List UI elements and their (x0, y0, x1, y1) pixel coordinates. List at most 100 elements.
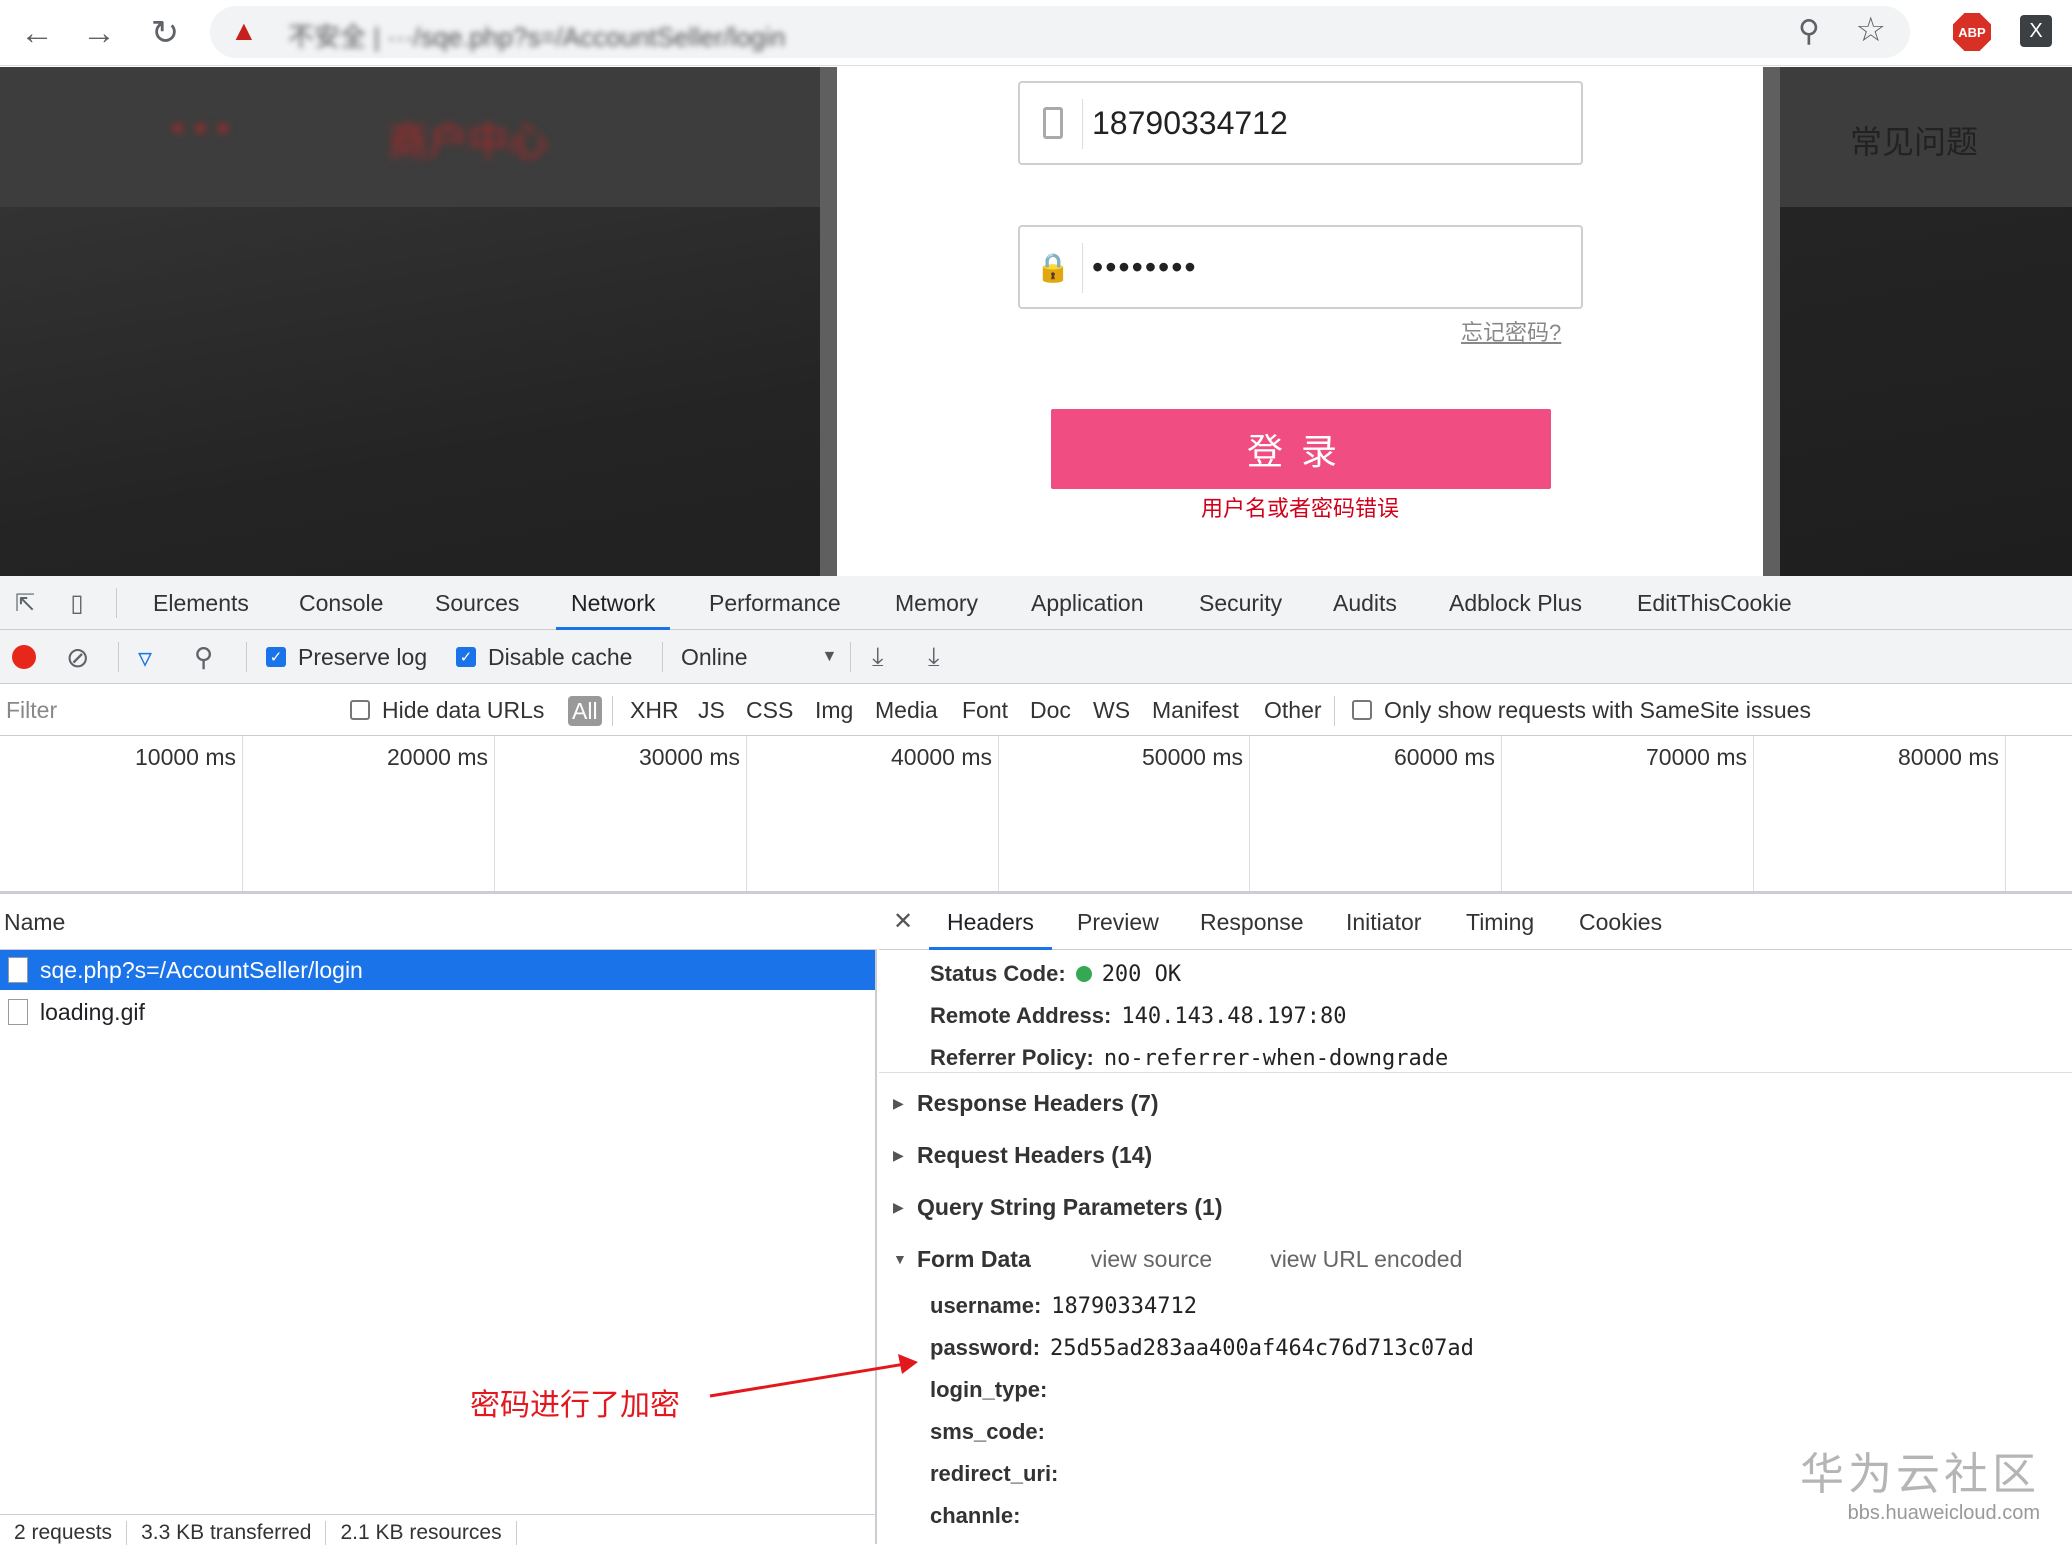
network-overview-timeline[interactable]: 10000 ms 20000 ms 30000 ms 40000 ms 5000… (0, 736, 2072, 894)
filter-type-font[interactable]: Font (962, 684, 1008, 736)
chevron-down-icon: ▼ (821, 648, 838, 665)
import-har-icon[interactable]: ⤓ (872, 630, 884, 684)
key-icon[interactable]: ⚲ (1798, 14, 1820, 49)
tab-initiator[interactable]: Initiator (1346, 894, 1421, 950)
tab-editthiscookie[interactable]: EditThisCookie (1637, 576, 1792, 630)
throttle-value: Online (681, 643, 748, 670)
disable-cache-checkbox[interactable]: ✓ Disable cache (456, 630, 632, 684)
section-title: Form Data (917, 1245, 1031, 1272)
request-list: Name sqe.php?s=/AccountSeller/login load… (0, 894, 877, 1545)
filter-type-css[interactable]: CSS (746, 684, 793, 736)
form-data-section[interactable]: ▼ Form Data view source view URL encoded (893, 1242, 1462, 1276)
forward-icon[interactable]: → (74, 8, 124, 58)
form-field-username: username: 18790334712 (930, 1290, 1197, 1322)
form-key: login_type: (930, 1377, 1048, 1402)
form-key: password: (930, 1335, 1041, 1360)
expand-triangle-icon: ▶ (893, 1198, 904, 1215)
tab-timing[interactable]: Timing (1466, 894, 1534, 950)
expand-triangle-icon: ▶ (893, 1094, 904, 1111)
network-summary: 2 requests 3.3 KB transferred 2.1 KB res… (0, 1514, 875, 1545)
filter-type-xhr[interactable]: XHR (630, 684, 679, 736)
tab-security[interactable]: Security (1199, 576, 1282, 630)
password-field[interactable]: 🔒 •••••••• (1018, 225, 1583, 309)
view-source-link[interactable]: view source (1091, 1246, 1212, 1273)
annotation-arrow (709, 1354, 918, 1398)
phone-icon (1038, 103, 1068, 143)
samesite-checkbox[interactable]: Only show requests with SameSite issues (1352, 684, 1811, 736)
close-icon[interactable]: ✕ (893, 894, 913, 950)
throttle-select[interactable]: Online ▼ (681, 630, 837, 684)
address-bar[interactable]: ▲ 不安全 | ···/sqe.php?s=/AccountSeller/log… (210, 6, 1910, 58)
response-headers-section[interactable]: ▶ Response Headers (7) (893, 1086, 1159, 1120)
filter-type-other[interactable]: Other (1264, 684, 1322, 736)
transferred-size: 3.3 KB transferred (127, 1521, 327, 1545)
record-icon[interactable] (12, 630, 36, 684)
filter-input[interactable] (0, 692, 325, 728)
form-value: 18790334712 (1051, 1293, 1197, 1319)
reload-icon[interactable]: ↻ (140, 8, 190, 58)
filter-type-all[interactable]: All (568, 696, 602, 726)
devtools-panel: ⇱ ▯ Elements Console Sources Network Per… (0, 576, 2072, 1545)
tab-application[interactable]: Application (1031, 576, 1144, 630)
tab-audits[interactable]: Audits (1333, 576, 1397, 630)
table-row[interactable]: sqe.php?s=/AccountSeller/login (0, 950, 875, 990)
back-icon[interactable]: ← (12, 8, 62, 58)
request-headers-section[interactable]: ▶ Request Headers (14) (893, 1138, 1152, 1172)
inspect-element-icon[interactable]: ⇱ (10, 588, 40, 618)
preserve-log-label: Preserve log (298, 643, 428, 670)
clear-icon[interactable]: ⊘ (66, 630, 89, 684)
browser-toolbar: ← → ↻ ▲ 不安全 | ···/sqe.php?s=/AccountSell… (0, 0, 2072, 66)
preserve-log-checkbox[interactable]: ✓ Preserve log (266, 630, 427, 684)
phone-field[interactable]: 18790334712 (1018, 81, 1583, 165)
tab-adblock-plus[interactable]: Adblock Plus (1449, 576, 1582, 630)
query-string-section[interactable]: ▶ Query String Parameters (1) (893, 1190, 1223, 1224)
timeline-tick: 30000 ms (495, 736, 747, 891)
adblock-extension-icon[interactable]: ABP (1953, 13, 1991, 51)
export-har-icon[interactable]: ⤓ (928, 630, 940, 684)
view-url-encoded-link[interactable]: view URL encoded (1270, 1246, 1462, 1273)
header-key: Referrer Policy: (930, 1045, 1094, 1070)
tab-performance[interactable]: Performance (709, 576, 841, 630)
tab-memory[interactable]: Memory (895, 576, 978, 630)
filter-type-js[interactable]: JS (698, 684, 725, 736)
tab-console[interactable]: Console (299, 576, 383, 630)
device-toolbar-icon[interactable]: ▯ (62, 588, 92, 618)
forgot-password-link[interactable]: 忘记密码? (1461, 315, 1561, 347)
search-icon[interactable]: ⚲ (194, 630, 213, 684)
filter-icon[interactable]: ▿ (138, 630, 152, 684)
disable-cache-label: Disable cache (488, 643, 633, 670)
name-column-header[interactable]: Name (0, 894, 877, 950)
tab-headers[interactable]: Headers (929, 894, 1052, 950)
tab-preview[interactable]: Preview (1077, 894, 1159, 950)
header-key: Status Code: (930, 961, 1066, 986)
url-text: 不安全 | ···/sqe.php?s=/AccountSeller/login (288, 22, 786, 52)
table-row[interactable]: loading.gif (0, 992, 875, 1032)
referrer-policy-row: Referrer Policy: no-referrer-when-downgr… (930, 1042, 1448, 1074)
request-name: sqe.php?s=/AccountSeller/login (40, 956, 363, 983)
tab-network[interactable]: Network (556, 576, 671, 630)
document-icon (8, 957, 28, 983)
collapse-triangle-icon: ▼ (893, 1251, 907, 1267)
tab-sources[interactable]: Sources (435, 576, 519, 630)
login-error-message: 用户名或者密码错误 (1200, 496, 1399, 521)
image-file-icon (8, 999, 28, 1025)
hide-data-urls-checkbox[interactable]: Hide data URLs (350, 684, 544, 736)
section-title: Request Headers (14) (917, 1141, 1153, 1168)
filter-type-img[interactable]: Img (815, 684, 853, 736)
tab-cookies[interactable]: Cookies (1579, 894, 1662, 950)
filter-type-ws[interactable]: WS (1093, 684, 1130, 736)
form-key: sms_code: (930, 1419, 1045, 1444)
faq-link[interactable]: 常见问题 (1850, 117, 1978, 163)
check-icon: ✓ (266, 647, 286, 667)
x-extension-icon[interactable]: X (2020, 15, 2052, 47)
filter-type-media[interactable]: Media (875, 684, 938, 736)
tab-response[interactable]: Response (1200, 894, 1304, 950)
filter-type-doc[interactable]: Doc (1030, 684, 1071, 736)
lock-icon: 🔒 (1035, 251, 1071, 283)
timeline-tick: 70000 ms (1502, 736, 1754, 891)
tab-elements[interactable]: Elements (153, 576, 249, 630)
hide-data-urls-label: Hide data URLs (382, 696, 545, 723)
star-icon[interactable]: ☆ (1856, 10, 1886, 50)
filter-type-manifest[interactable]: Manifest (1152, 684, 1239, 736)
login-button[interactable]: 登录 (1051, 409, 1551, 489)
